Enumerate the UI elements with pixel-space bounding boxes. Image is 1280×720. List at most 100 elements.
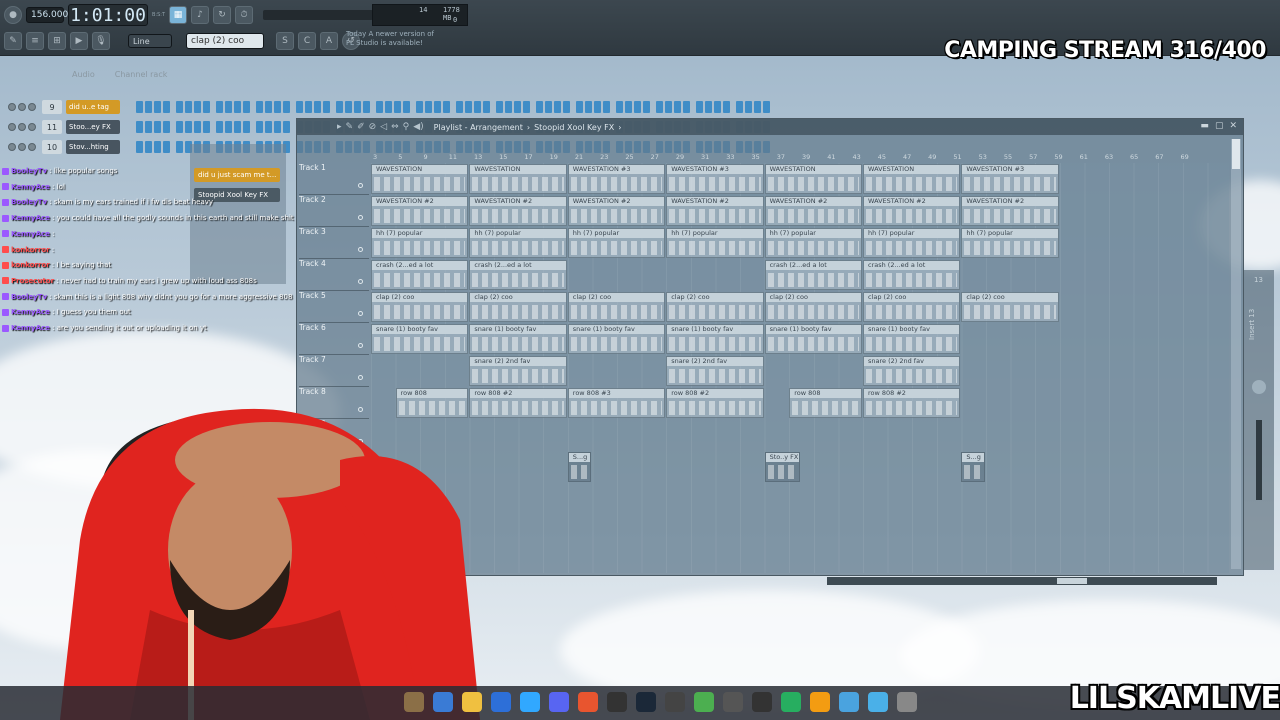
channel-mute-icon[interactable]: [8, 103, 16, 111]
master-volume-slider[interactable]: [263, 10, 374, 20]
brave-icon[interactable]: [578, 692, 598, 712]
pattern-clip[interactable]: snare (2) 2nd fav: [666, 356, 764, 386]
step-button[interactable]: [674, 101, 681, 113]
pattern-clip[interactable]: WAVESTATION #2: [863, 196, 961, 226]
step-button[interactable]: [456, 101, 463, 113]
step-button[interactable]: [345, 101, 352, 113]
step-button[interactable]: [176, 141, 183, 153]
step-button[interactable]: [265, 121, 272, 133]
step-button[interactable]: [136, 121, 143, 133]
delete-icon[interactable]: ⊘: [369, 122, 377, 132]
mixer-insert-strip[interactable]: 13 Insert 13: [1244, 270, 1274, 570]
step-button[interactable]: [656, 101, 663, 113]
step-button[interactable]: [136, 101, 143, 113]
app-icon[interactable]: [839, 692, 859, 712]
step-button[interactable]: [585, 101, 592, 113]
step-sequencer[interactable]: [136, 101, 770, 113]
step-button[interactable]: [154, 121, 161, 133]
pattern-clip[interactable]: WAVESTATION #2: [371, 196, 469, 226]
step-button[interactable]: [225, 101, 232, 113]
chat-username[interactable]: KennyAce: [11, 324, 50, 332]
step-button[interactable]: [234, 101, 241, 113]
fl-studio-icon[interactable]: [810, 692, 830, 712]
track-enable-icon[interactable]: [358, 183, 363, 188]
obs-icon[interactable]: [607, 692, 627, 712]
horizontal-scrollbar[interactable]: [827, 577, 1217, 585]
brush-icon[interactable]: ✐: [357, 122, 365, 132]
track-enable-icon[interactable]: [358, 311, 363, 316]
maximize-icon[interactable]: ▢: [1215, 121, 1224, 131]
pattern-clip[interactable]: snare (1) booty fav: [863, 324, 961, 354]
pattern-clip[interactable]: snare (2) 2nd fav: [863, 356, 961, 386]
step-button[interactable]: [505, 101, 512, 113]
pattern-clip[interactable]: WAVESTATION #3: [666, 164, 764, 194]
step-button[interactable]: [714, 101, 721, 113]
minimize-icon[interactable]: ▬: [1200, 121, 1209, 131]
pattern-clip[interactable]: WAVESTATION #2: [567, 196, 666, 226]
pattern-clip[interactable]: WAVESTATION #2: [961, 196, 1059, 226]
zoom-icon[interactable]: ⚲: [403, 122, 410, 132]
metronome-icon[interactable]: ⏱: [235, 6, 254, 24]
step-button[interactable]: [243, 101, 250, 113]
track-header[interactable]: Track 5: [299, 291, 369, 323]
ctrl-button[interactable]: C: [298, 32, 316, 50]
pattern-clip[interactable]: clap (2) coo: [863, 292, 961, 322]
channel-pan-icon[interactable]: [18, 143, 26, 151]
channel-volume-icon[interactable]: [28, 103, 36, 111]
step-button[interactable]: [736, 101, 743, 113]
pattern-clip[interactable]: crash (2...ed a lot: [371, 260, 469, 290]
step-button[interactable]: [745, 101, 752, 113]
step-button[interactable]: [194, 121, 201, 133]
app-icon[interactable]: [694, 692, 714, 712]
step-button[interactable]: [203, 101, 210, 113]
step-button[interactable]: [474, 101, 481, 113]
step-button[interactable]: [243, 121, 250, 133]
step-button[interactable]: [145, 101, 152, 113]
step-button[interactable]: [576, 101, 583, 113]
pattern-clip[interactable]: S...g: [567, 452, 592, 482]
step-button[interactable]: [425, 101, 432, 113]
chat-username[interactable]: KennyAce: [11, 230, 50, 238]
step-button[interactable]: [314, 101, 321, 113]
chat-username[interactable]: BooleyTv: [11, 293, 47, 301]
step-button[interactable]: [354, 101, 361, 113]
pattern-clip[interactable]: clap (2) coo: [371, 292, 469, 322]
step-button[interactable]: [194, 101, 201, 113]
step-button[interactable]: [554, 101, 561, 113]
chat-username[interactable]: BooleyTv: [11, 167, 47, 175]
pattern-clip[interactable]: hh (7) popular: [961, 228, 1059, 258]
step-button[interactable]: [176, 121, 183, 133]
pattern-clip[interactable]: snare (1) booty fav: [567, 324, 666, 354]
slip-icon[interactable]: ⇔: [391, 122, 399, 132]
channel-rack-icon[interactable]: ⊞: [48, 32, 66, 50]
speaker-icon[interactable]: ◀): [413, 122, 423, 132]
pattern-clip[interactable]: WAVESTATION #2: [666, 196, 764, 226]
pattern-clip[interactable]: WAVESTATION: [371, 164, 469, 194]
pattern-clip[interactable]: WAVESTATION: [863, 164, 961, 194]
pattern-clip[interactable]: clap (2) coo: [469, 292, 567, 322]
step-button[interactable]: [545, 101, 552, 113]
channel-mute-icon[interactable]: [8, 143, 16, 151]
pattern-clip[interactable]: row 808 #2: [666, 388, 764, 418]
step-button[interactable]: [296, 101, 303, 113]
track-enable-icon[interactable]: [358, 375, 363, 380]
pattern-clip[interactable]: hh (7) popular: [469, 228, 567, 258]
tempo-display[interactable]: 156.000: [26, 7, 68, 23]
step-button[interactable]: [225, 121, 232, 133]
chat-username[interactable]: KennyAce: [11, 214, 50, 222]
pattern-clip[interactable]: crash (2...ed a lot: [863, 260, 961, 290]
pattern-clip[interactable]: row 808: [789, 388, 862, 418]
chat-username[interactable]: KennyAce: [11, 308, 50, 316]
step-button[interactable]: [145, 121, 152, 133]
step-button[interactable]: [154, 141, 161, 153]
track-header[interactable]: Track 4: [299, 259, 369, 291]
channel-name-button[interactable]: did u..e tag: [66, 100, 120, 114]
step-button[interactable]: [403, 101, 410, 113]
vertical-scrollbar[interactable]: [1231, 139, 1241, 569]
channel-mixer-number[interactable]: 9: [42, 100, 62, 114]
app-icon[interactable]: [404, 692, 424, 712]
chat-username[interactable]: KennyAce: [11, 183, 50, 191]
pattern-clip[interactable]: row 808 #2: [863, 388, 961, 418]
insert-fader[interactable]: [1256, 420, 1262, 500]
track-enable-icon[interactable]: [358, 279, 363, 284]
